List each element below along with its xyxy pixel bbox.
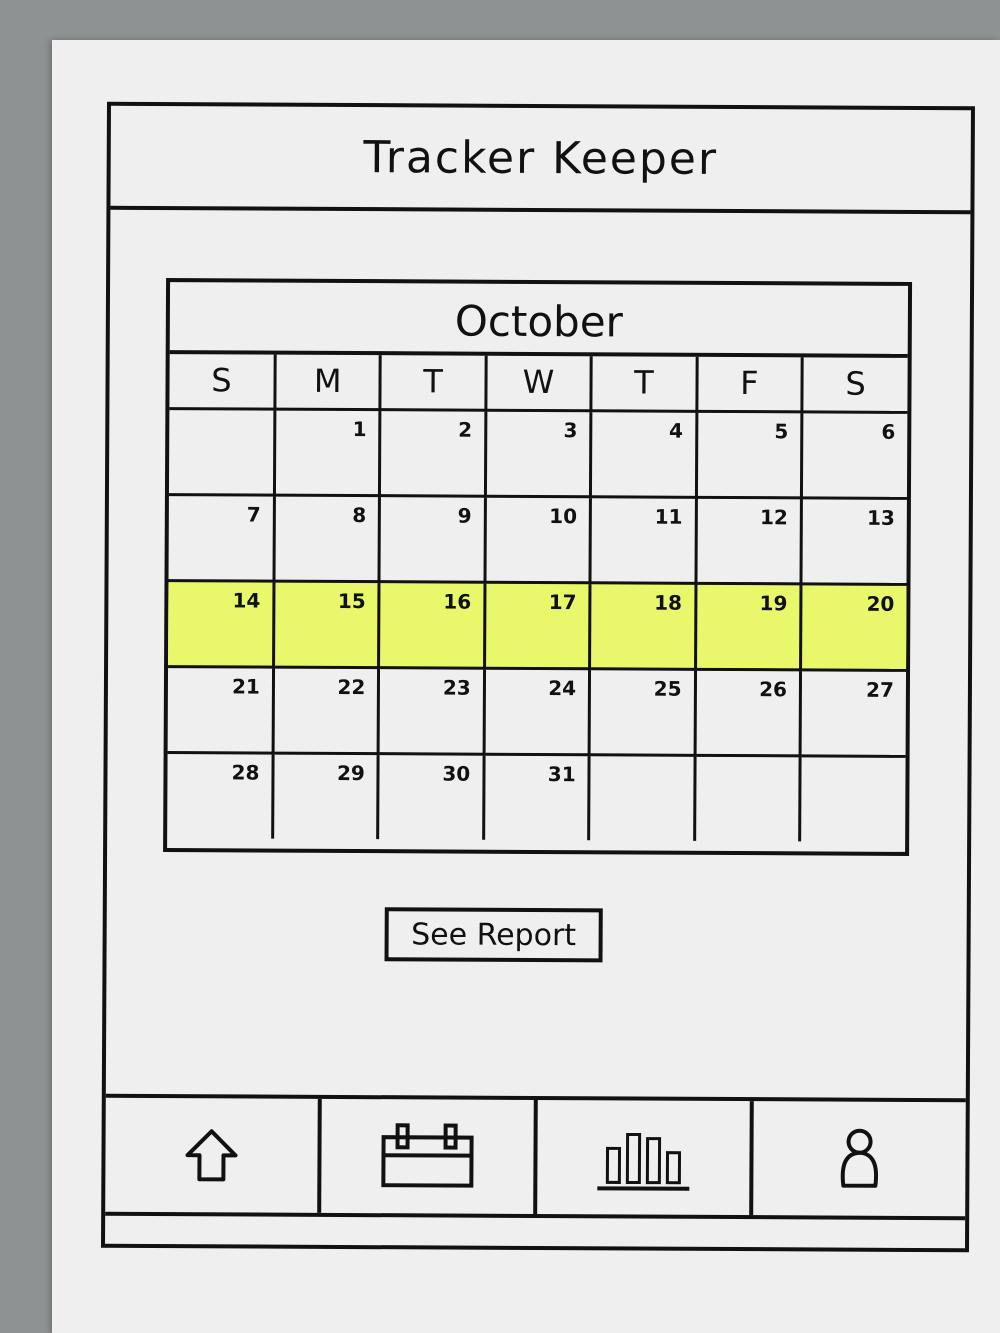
week-row: 14 15 16 17 18 19 20 bbox=[168, 580, 907, 670]
day-cell[interactable]: 18 bbox=[589, 582, 696, 669]
app-frame: Tracker Keeper October S M T W T F S 123… bbox=[101, 101, 975, 1253]
day-cell[interactable]: 17 bbox=[484, 581, 591, 669]
day-cell[interactable]: 5 bbox=[696, 410, 802, 498]
app-header: Tracker Keeper bbox=[110, 105, 971, 215]
day-cell[interactable]: 14 bbox=[168, 580, 274, 667]
day-cell[interactable]: 27 bbox=[800, 669, 907, 756]
week-row: 21 22 23 24 25 26 27 bbox=[167, 666, 907, 756]
day-cell[interactable] bbox=[588, 754, 695, 841]
tab-stats[interactable] bbox=[537, 1100, 754, 1216]
app-title: Tracker Keeper bbox=[363, 131, 719, 185]
day-cell[interactable]: 23 bbox=[378, 667, 485, 754]
day-cell[interactable]: 6 bbox=[801, 411, 908, 498]
weekday-label: F bbox=[696, 356, 803, 412]
day-cell[interactable]: 15 bbox=[273, 580, 380, 668]
day-cell[interactable]: 30 bbox=[377, 753, 484, 840]
calendar: October S M T W T F S 1 2 3 4 5 6 7 8 9 10 11 12 13 1… bbox=[163, 278, 913, 856]
day-cell[interactable]: 29 bbox=[272, 752, 379, 840]
weekday-label: S bbox=[801, 357, 908, 412]
home-icon bbox=[185, 1129, 238, 1182]
weekday-label: W bbox=[485, 355, 592, 411]
day-cell[interactable]: 3 bbox=[485, 409, 592, 497]
day-cell[interactable]: 11 bbox=[590, 496, 697, 583]
day-cell[interactable]: 13 bbox=[801, 497, 907, 584]
day-cell[interactable]: 21 bbox=[167, 666, 274, 753]
tab-profile[interactable] bbox=[753, 1101, 966, 1216]
day-cell[interactable]: 1 bbox=[274, 408, 381, 496]
month-label: October bbox=[454, 296, 624, 347]
tab-home[interactable] bbox=[105, 1097, 322, 1213]
day-cell[interactable]: 19 bbox=[695, 582, 802, 670]
profile-icon bbox=[840, 1128, 879, 1188]
weekday-row: S M T W T F S bbox=[169, 354, 908, 412]
day-cell[interactable] bbox=[799, 755, 906, 842]
day-cell[interactable]: 31 bbox=[483, 753, 590, 841]
calendar-icon bbox=[381, 1123, 474, 1188]
calendar-grid: S M T W T F S 1 2 3 4 5 6 7 8 9 10 11 12 13 14 15 16 17 1… bbox=[167, 354, 908, 842]
weekday-label: M bbox=[274, 354, 381, 410]
day-cell[interactable]: 2 bbox=[379, 409, 486, 496]
weekday-label: S bbox=[169, 354, 276, 409]
day-cell[interactable]: 28 bbox=[167, 752, 274, 839]
day-cell[interactable]: 8 bbox=[273, 494, 380, 582]
day-cell[interactable]: 12 bbox=[695, 496, 802, 584]
tab-bar bbox=[105, 1093, 966, 1221]
day-cell[interactable]: 22 bbox=[273, 666, 379, 754]
day-cell[interactable]: 4 bbox=[590, 410, 697, 497]
day-cell[interactable]: 10 bbox=[484, 495, 591, 583]
weekday-label: T bbox=[380, 355, 486, 410]
day-cell[interactable]: 9 bbox=[379, 495, 486, 582]
tab-calendar[interactable] bbox=[321, 1098, 538, 1215]
weekday-label: T bbox=[591, 356, 697, 411]
day-cell[interactable]: 16 bbox=[378, 581, 485, 668]
see-report-button[interactable]: See Report bbox=[384, 907, 603, 963]
day-cell[interactable]: 26 bbox=[694, 668, 801, 756]
day-cell[interactable] bbox=[168, 408, 275, 495]
day-cell[interactable]: 24 bbox=[483, 667, 590, 755]
day-cell[interactable]: 25 bbox=[589, 668, 696, 755]
week-row: 7 8 9 10 11 12 13 bbox=[168, 494, 907, 584]
week-row: 28 29 30 31 bbox=[167, 752, 906, 842]
calendar-month-header: October bbox=[169, 282, 909, 358]
week-row: 123456 bbox=[168, 408, 908, 498]
bar-chart-icon bbox=[597, 1132, 690, 1191]
day-cell[interactable]: 7 bbox=[168, 494, 275, 581]
day-cell[interactable]: 20 bbox=[800, 583, 907, 670]
day-cell[interactable] bbox=[694, 754, 801, 842]
